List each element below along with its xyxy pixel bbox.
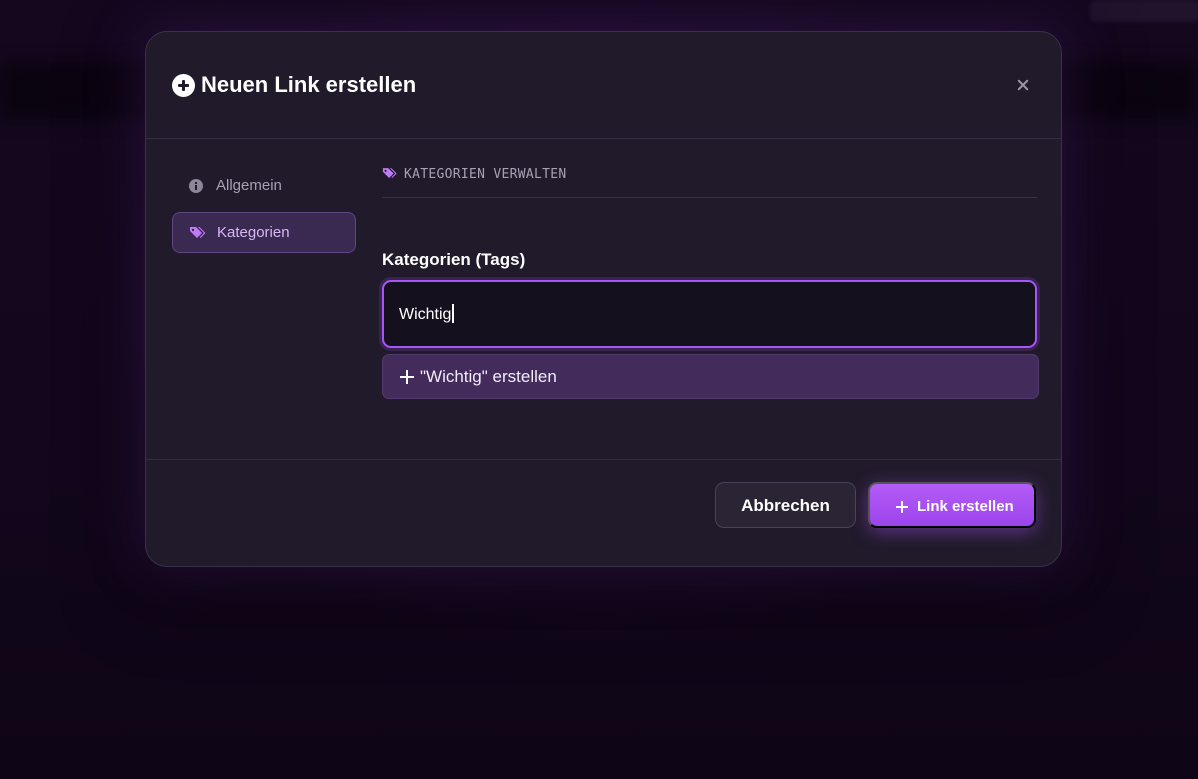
create-link-button[interactable]: Link erstellen (868, 482, 1036, 528)
sidebar-item-kategorien[interactable]: Kategorien (172, 212, 356, 253)
plus-icon (896, 501, 908, 513)
tags-input-value: Wichtig (399, 304, 455, 324)
text-caret (452, 304, 455, 323)
sidebar-item-allgemein[interactable]: Allgemein (172, 165, 356, 206)
sidebar-item-label: Allgemein (216, 177, 282, 194)
sidebar-item-label: Kategorien (217, 224, 290, 241)
dialog-header: Neuen Link erstellen (146, 32, 1061, 139)
dialog-sidebar: Allgemein Kategorien (172, 165, 356, 259)
create-link-dialog: Neuen Link erstellen Allgemein Kategorie… (145, 31, 1062, 567)
tags-field-label: Kategorien (Tags) (382, 250, 526, 269)
backdrop-chip (1090, 0, 1198, 22)
tags-icon (190, 226, 206, 238)
cancel-button[interactable]: Abbrechen (715, 482, 856, 528)
suggestion-label: "Wichtig" erstellen (420, 367, 557, 386)
plus-icon (400, 370, 414, 384)
dialog-content: KATEGORIEN VERWALTEN Kategorien (Tags) W… (382, 165, 1039, 399)
dialog-footer: Abbrechen Link erstellen (146, 459, 1061, 568)
section-title: KATEGORIEN VERWALTEN (404, 167, 567, 182)
tags-icon (382, 168, 397, 178)
create-link-label: Link erstellen (917, 498, 1014, 515)
dialog-title: Neuen Link erstellen (201, 72, 417, 97)
tags-input[interactable] (382, 280, 1037, 348)
tags-input-text: Wichtig (399, 306, 452, 323)
info-circle-icon (189, 178, 203, 193)
plus-circle-icon (172, 74, 195, 97)
create-tag-suggestion[interactable]: "Wichtig" erstellen (382, 354, 1039, 399)
section-header: KATEGORIEN VERWALTEN (382, 165, 1037, 198)
close-icon[interactable] (1011, 73, 1035, 97)
